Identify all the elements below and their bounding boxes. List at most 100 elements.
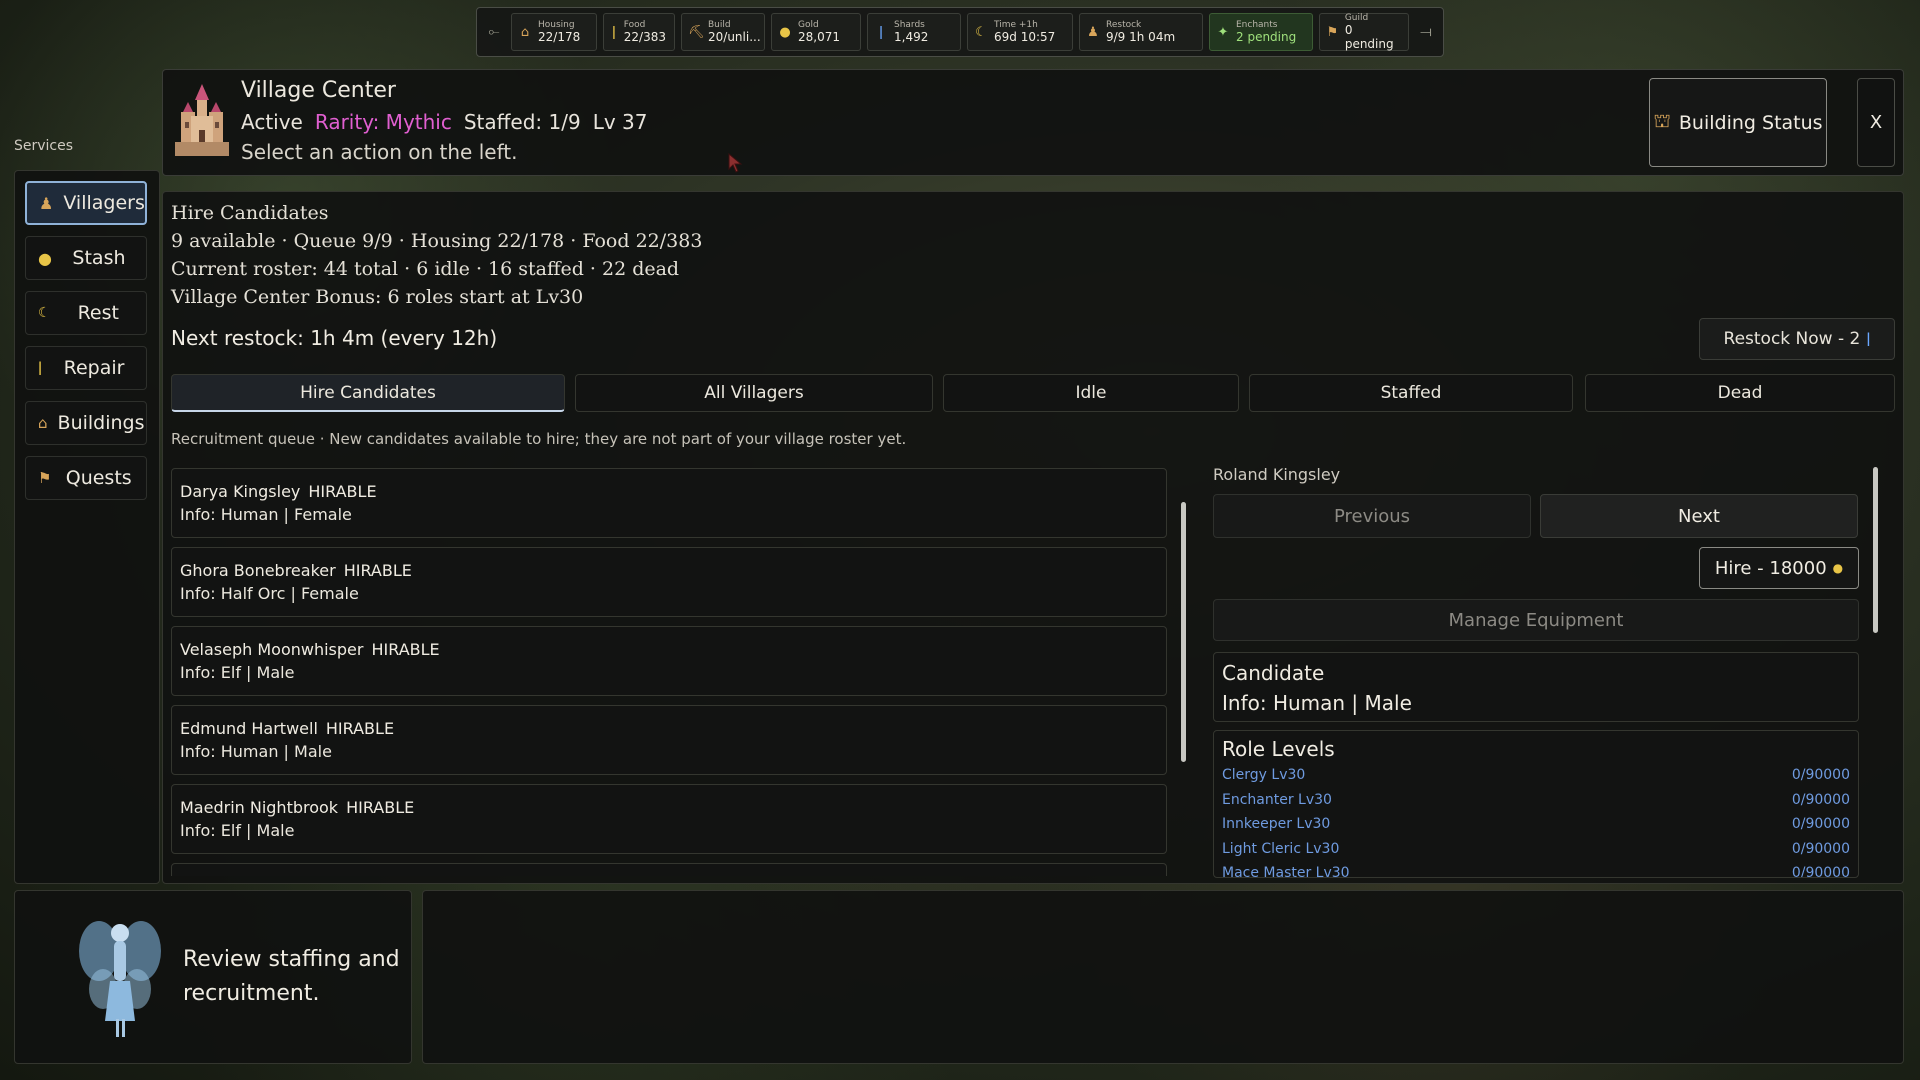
sidebar-item-quests[interactable]: ⚑ Quests (25, 456, 147, 500)
candidate-name: Edmund Hartwell (180, 719, 318, 738)
role-xp: 0/90000 (1791, 816, 1850, 832)
resource-label: Restock (1106, 20, 1142, 30)
role-levels-title: Role Levels (1222, 737, 1335, 761)
resource-value: 22/178 (538, 30, 581, 44)
restock-now-button[interactable]: Restock Now - 2 ǀ (1699, 318, 1895, 360)
resource-build[interactable]: ⛏ Build 20/unli... (681, 13, 765, 51)
stash-icon: ● (38, 248, 52, 268)
list-item[interactable]: Maedrin Nightbrook HIRABLE Info: Elf | Ma… (171, 784, 1167, 854)
tab-hire-candidates[interactable]: Hire Candidates (171, 374, 565, 412)
candidate-status: HIRABLE (346, 798, 415, 817)
gold-coin-icon: ● (1832, 561, 1844, 575)
resource-gold[interactable]: ● Gold 28,071 (771, 13, 861, 51)
building-rarity: Rarity: Mythic (314, 110, 452, 134)
candidate-info: Info: Human | Male (180, 742, 332, 761)
building-level: Lv 37 (592, 110, 648, 134)
resource-label: Enchants (1236, 20, 1278, 30)
resource-value: 28,071 (798, 30, 840, 44)
resource-restock[interactable]: ♟ Restock 9/9 1h 04m (1079, 13, 1203, 51)
resource-label: Housing (538, 20, 575, 30)
candidate-info: Info: Half Orc | Female (180, 584, 359, 603)
housing-icon: ⌂ (520, 24, 530, 40)
sidebar-item-stash[interactable]: ● Stash (25, 236, 147, 280)
list-item[interactable]: Ghora Bonebreaker HIRABLE Info: Half Orc … (171, 547, 1167, 617)
sidebar-item-label: Quests (65, 467, 132, 489)
role-row: Mace Master Lv30 0/90000 (1222, 865, 1850, 877)
resource-food[interactable]: ǀ Food 22/383 (603, 13, 675, 51)
role-levels-card[interactable]: Role Levels Clergy Lv30 0/90000 Enchanter… (1213, 730, 1859, 878)
role-row: Innkeeper Lv30 0/90000 (1222, 816, 1850, 841)
guild-icon: ⚑ (1326, 24, 1339, 40)
sidebar-item-label: Stash (72, 247, 126, 269)
resource-value: 9/9 1h 04m (1106, 30, 1176, 44)
role-row: Clergy Lv30 0/90000 (1222, 767, 1850, 792)
repair-icon: ǀ (38, 360, 43, 376)
summary-bonus: Village Center Bonus: 6 roles start at L… (171, 286, 584, 308)
food-icon: ǀ (611, 24, 616, 40)
manage-equipment-button[interactable]: Manage Equipment (1213, 599, 1859, 641)
detail-scrollbar[interactable] (1873, 467, 1878, 633)
sidebar-item-rest[interactable]: ☾ Rest (25, 291, 147, 335)
next-button[interactable]: Next (1540, 494, 1858, 538)
candidate-card-info: Info: Human | Male (1222, 691, 1412, 715)
candidate-status: HIRABLE (371, 640, 440, 659)
build-icon: ⛏ (688, 24, 705, 40)
candidate-name: Darya Kingsley (180, 482, 301, 501)
resource-enchants[interactable]: ✦ Enchants 2 pending (1209, 13, 1313, 51)
building-status-label: Building Status (1678, 111, 1823, 134)
resource-shards[interactable]: ǀ Shards 1,492 (867, 13, 961, 51)
message-log-panel (422, 890, 1904, 1064)
role-name: Innkeeper Lv30 (1222, 816, 1331, 832)
candidate-list-scrollbar[interactable] (1181, 502, 1186, 762)
candidate-status: HIRABLE (308, 482, 377, 501)
tab-all-villagers[interactable]: All Villagers (575, 374, 933, 412)
close-button[interactable]: X (1857, 78, 1895, 167)
candidate-info: Info: Elf | Male (180, 821, 295, 840)
restock-now-label: Restock Now - 2 (1723, 329, 1861, 349)
bar-ornament-right-icon: ⟞ (1420, 24, 1432, 40)
resource-housing[interactable]: ⌂ Housing 22/178 (511, 13, 597, 51)
candidate-list[interactable]: Darya Kingsley HIRABLE Info: Human | Fema… (171, 468, 1175, 876)
resource-label: Food (623, 20, 646, 30)
sidebar-item-label: Buildings (57, 412, 145, 434)
list-item[interactable]: Velaseph Moonwhisper HIRABLE Info: Elf | … (171, 626, 1167, 696)
role-name: Enchanter Lv30 (1222, 791, 1332, 808)
resource-label: Shards (894, 20, 925, 30)
resource-guild[interactable]: ⚑ Guild 0 pending (1319, 13, 1409, 51)
sidebar-item-repair[interactable]: ǀ Repair (25, 346, 147, 390)
candidate-card: Candidate Info: Human | Male (1213, 652, 1859, 722)
list-item[interactable]: Darya Kingsley HIRABLE Info: Human | Fema… (171, 468, 1167, 538)
role-xp: 0/90000 (1791, 791, 1850, 808)
resource-time-1h[interactable]: ☾ Time +1h 69d 10:57 (967, 13, 1073, 51)
tab-staffed[interactable]: Staffed (1249, 374, 1573, 412)
resource-value: 2 pending (1236, 30, 1297, 44)
resource-label: Build (708, 20, 731, 30)
role-name: Light Cleric Lv30 (1222, 840, 1340, 857)
resource-label: Guild (1344, 13, 1369, 23)
enchant-icon: ✦ (1217, 24, 1229, 40)
candidate-status: HIRABLE (325, 719, 395, 738)
list-item[interactable] (171, 863, 1167, 876)
hire-label: Hire - 18000 (1714, 557, 1827, 579)
buildings-icon: ⌂ (38, 414, 48, 432)
sidebar-item-label: Villagers (63, 192, 145, 214)
village-center-building-icon (171, 82, 233, 162)
shard-icon: ǀ (879, 24, 883, 40)
candidate-status: HIRABLE (343, 561, 412, 580)
hire-button[interactable]: Hire - 18000 ● (1699, 547, 1859, 589)
list-item[interactable]: Edmund Hartwell HIRABLE Info: Human | Mal… (171, 705, 1167, 775)
resource-value: 1,492 (894, 30, 929, 44)
services-label: Services (14, 138, 74, 154)
sidebar-item-villagers[interactable]: ♟ Villagers (25, 181, 147, 225)
building-header: Village Center Active Rarity: Mythic Sta… (162, 69, 1904, 176)
tab-idle[interactable]: Idle (943, 374, 1239, 412)
role-xp: 0/90000 (1791, 840, 1850, 857)
sidebar-item-buildings[interactable]: ⌂ Buildings (25, 401, 147, 445)
mouse-cursor-icon (728, 152, 744, 177)
role-name: Clergy Lv30 (1222, 767, 1306, 783)
building-status-button[interactable]: ⛫ Building Status (1649, 78, 1827, 167)
previous-button[interactable]: Previous (1213, 494, 1531, 538)
villager-icon: ♟ (39, 193, 54, 213)
bar-ornament-left-icon: ⟜ (488, 24, 500, 40)
tab-dead[interactable]: Dead (1585, 374, 1895, 412)
